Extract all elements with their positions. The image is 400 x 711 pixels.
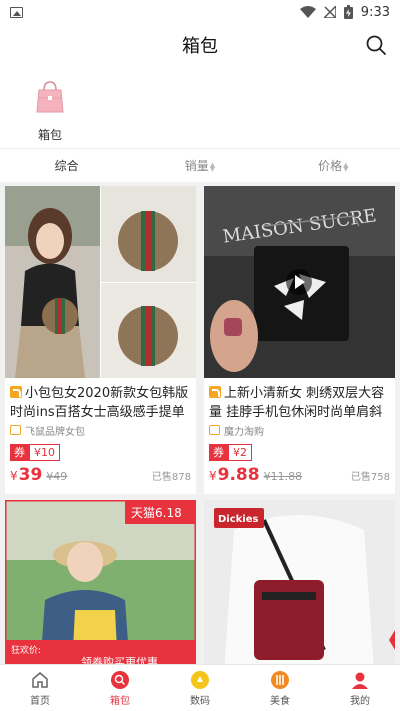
price-row: ¥ 39 ¥49 已售878	[5, 461, 196, 485]
food-icon	[271, 670, 289, 689]
product-image: 天猫6.18 狂欢价: 领券购买更优惠	[5, 500, 196, 664]
sort-tab-default[interactable]: 综合	[0, 157, 133, 174]
nav-item-bags[interactable]: 箱包	[80, 665, 160, 711]
promo-label: 狂欢价:	[11, 644, 41, 656]
nav-item-label: 数码	[190, 695, 210, 707]
product-title-text: 小包包女2020新款女包韩版时尚ins百搭女士高级感手提单肩斜挎包	[10, 386, 189, 420]
image-notification-icon	[10, 6, 23, 18]
nav-item-mine[interactable]: 我的	[320, 665, 400, 711]
currency-symbol: ¥	[10, 469, 18, 483]
sold-count: 已售758	[350, 472, 390, 483]
product-image: MAISON SUCRE	[204, 186, 395, 378]
nav-item-digital[interactable]: 数码	[160, 665, 240, 711]
bottom-nav: 首页 箱包 数码 美食 我的	[0, 664, 400, 711]
coupon-badge: 券 ¥10	[10, 444, 60, 461]
shop-name: 魔力淘购	[224, 426, 264, 438]
sort-tab-label: 价格	[318, 159, 343, 173]
nav-item-food[interactable]: 美食	[240, 665, 320, 711]
price-row: ¥ 9.88 ¥11.88 已售758	[204, 461, 395, 485]
digital-icon	[191, 670, 209, 689]
tmall-icon	[209, 386, 221, 398]
page-title: 箱包	[182, 36, 218, 57]
shop-icon	[209, 425, 220, 435]
sold-count: 已售878	[151, 472, 191, 483]
wifi-icon	[299, 6, 316, 18]
shop-row: 魔力淘购	[204, 422, 395, 438]
product-card[interactable]: Dickies	[204, 500, 395, 664]
product-title-text: 上新小清新女 刺绣双层大容量 挂脖手机包休闲时尚单肩斜挎包	[209, 386, 385, 420]
coupon-value: ¥10	[29, 444, 60, 461]
store-badge: 天猫6.18	[131, 506, 182, 520]
coupon-prefix: 券	[209, 444, 228, 461]
person-icon	[352, 672, 368, 689]
no-signal-icon	[323, 6, 336, 18]
coupon-prefix: 券	[10, 444, 29, 461]
nav-item-label: 首页	[30, 695, 50, 707]
product-card[interactable]: 天猫6.18 狂欢价: 领券购买更优惠	[5, 500, 196, 664]
shop-row: 飞鼠品牌女包	[5, 422, 196, 438]
sort-tab-label: 综合	[54, 159, 79, 173]
coupon-value: ¥2	[228, 444, 252, 461]
shop-icon	[10, 425, 21, 435]
product-title: 上新小清新女 刺绣双层大容量 挂脖手机包休闲时尚单肩斜挎包	[204, 378, 395, 422]
product-price: 9.88	[217, 465, 260, 485]
original-price: ¥11.88	[263, 470, 303, 483]
brand-logo: Dickies	[218, 514, 259, 525]
battery-charging-icon	[343, 5, 353, 19]
currency-symbol: ¥	[209, 469, 217, 483]
nav-item-home[interactable]: 首页	[0, 665, 80, 711]
home-icon	[32, 671, 48, 688]
product-image: Dickies	[204, 500, 395, 664]
sort-tab-label: 销量	[184, 159, 209, 173]
coupon-badge: 券 ¥2	[209, 444, 252, 461]
product-title: 小包包女2020新款女包韩版时尚ins百搭女士高级感手提单肩斜挎包	[5, 378, 196, 422]
product-card[interactable]: 小包包女2020新款女包韩版时尚ins百搭女士高级感手提单肩斜挎包 飞鼠品牌女包…	[5, 186, 196, 494]
product-card[interactable]: MAISON SUCRE 上新小清新女 刺绣双层大容量 挂脖手机包休闲时尚单肩斜…	[204, 186, 395, 494]
nav-item-label: 箱包	[110, 695, 130, 707]
promo-banner: 领券购买更优惠	[81, 655, 158, 664]
shop-name: 飞鼠品牌女包	[25, 426, 85, 438]
page-header: 箱包	[0, 24, 400, 66]
status-time: 9:33	[360, 4, 390, 20]
sort-bar: 综合 销量▲ ▼ 价格▲ ▼	[0, 148, 400, 182]
handbag-icon	[36, 81, 64, 113]
original-price: ¥49	[46, 470, 68, 483]
search-icon[interactable]	[364, 33, 388, 57]
product-grid: 小包包女2020新款女包韩版时尚ins百搭女士高级感手提单肩斜挎包 飞鼠品牌女包…	[0, 182, 400, 664]
tmall-icon	[10, 386, 22, 398]
sort-arrows-icon: ▲ ▼	[209, 160, 216, 173]
status-bar: 9:33	[0, 0, 400, 24]
nav-item-label: 美食	[270, 695, 290, 707]
nav-item-label: 我的	[350, 695, 370, 707]
category-label: 箱包	[37, 128, 62, 142]
sort-arrows-icon: ▲ ▼	[343, 160, 349, 173]
category-item-bags[interactable]: 箱包	[28, 80, 72, 143]
search-icon	[111, 670, 129, 689]
category-bar: 箱包	[0, 66, 400, 148]
sort-tab-sales[interactable]: 销量▲ ▼	[133, 157, 266, 174]
sort-tab-price[interactable]: 价格▲ ▼	[267, 157, 400, 174]
product-image	[5, 186, 196, 378]
product-price: 39	[18, 465, 43, 485]
